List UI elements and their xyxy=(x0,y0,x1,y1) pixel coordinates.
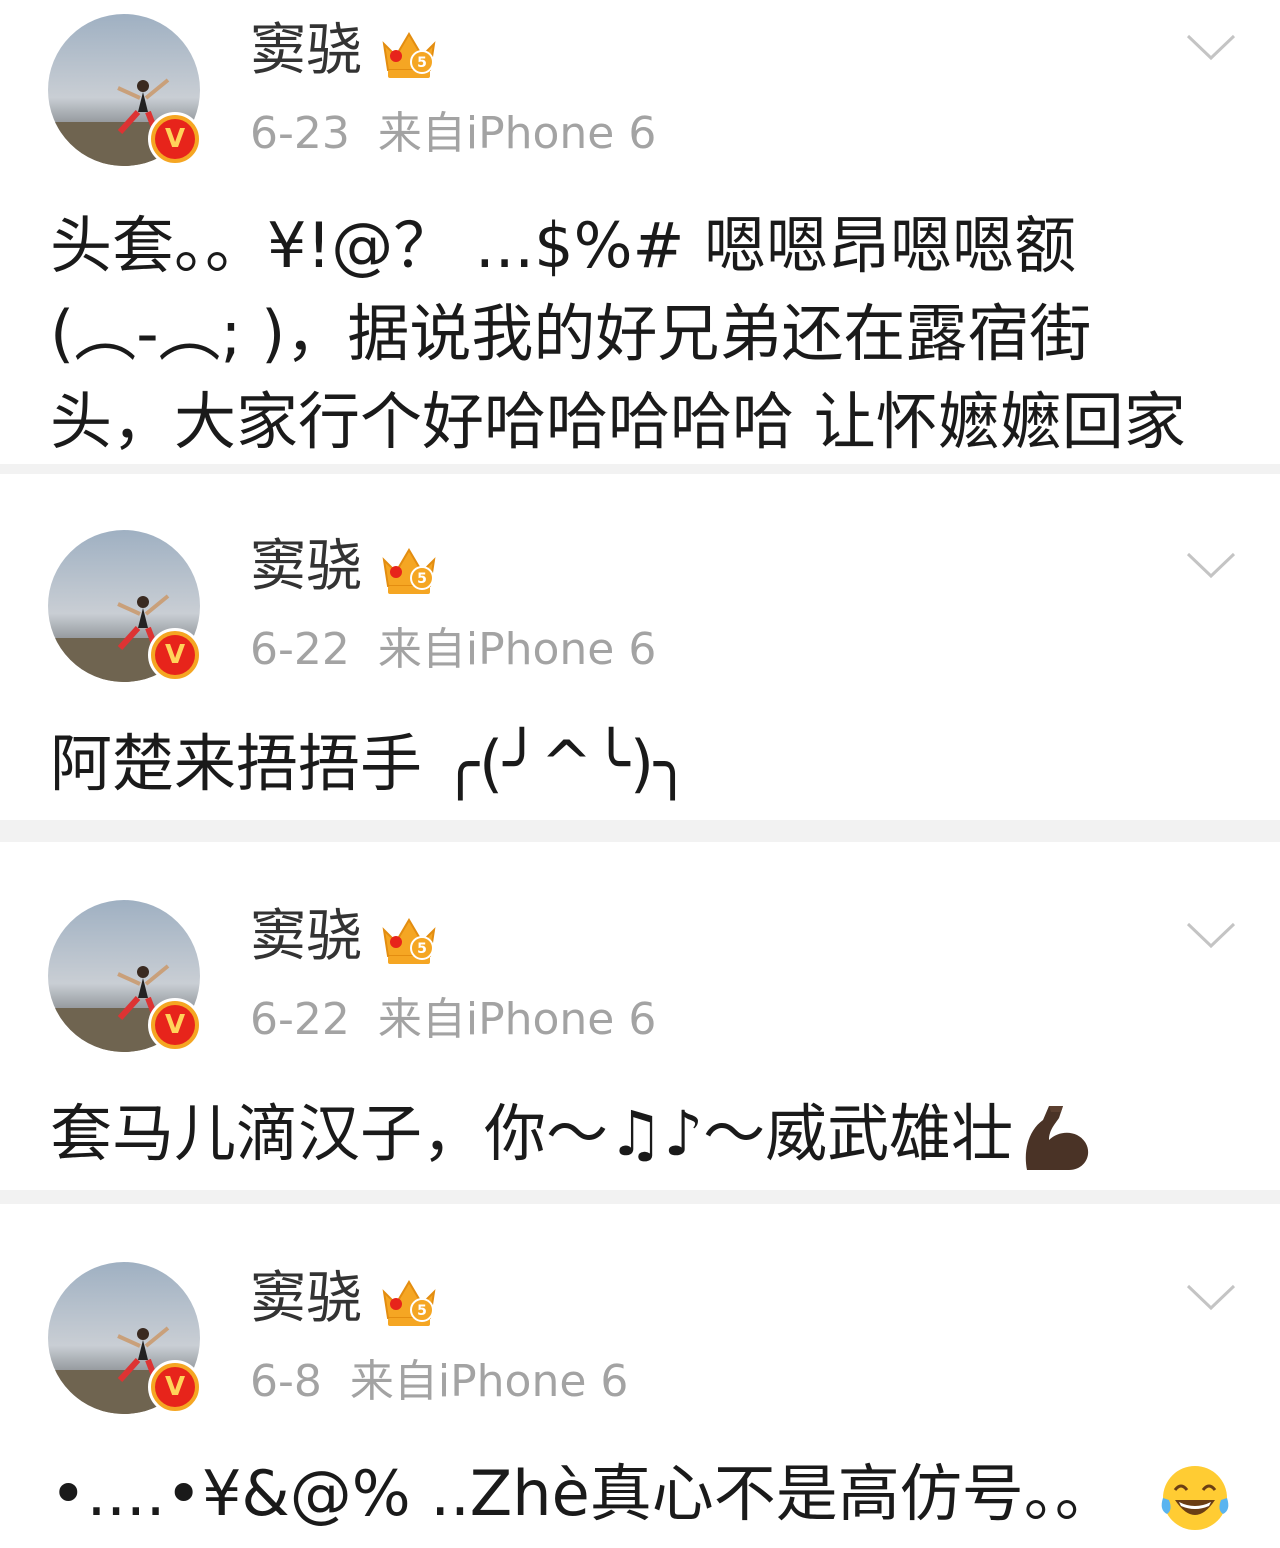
post-content: 套马儿滴汉子，你〜♫♪〜威武雄壮 xyxy=(50,1090,1240,1178)
post-content-line: (︵-︵; )，据说我的好兄弟还在露宿街 xyxy=(50,297,1092,370)
post-content-line: 阿楚来捂捂手 ╭(╯^╰)╮ xyxy=(50,727,692,800)
post-meta: 6-22 来自iPhone 6 xyxy=(250,994,656,1046)
username[interactable]: 窦骁 xyxy=(250,904,362,970)
flexed-biceps-emoji xyxy=(1025,1105,1089,1170)
post-content-line: 头套。。¥!@？ ...$%# 嗯嗯昂嗯嗯额 xyxy=(50,209,1077,282)
weibo-feed: V 窦骁 5 6-23 来自iPhone 6 头套。。¥!@？ ...$%# 嗯嗯… xyxy=(0,0,1280,1548)
post-content-line: •....•¥&@% ..Zhè真心不是高仿号。。 xyxy=(50,1457,1117,1530)
chevron-down-icon[interactable] xyxy=(1184,30,1238,64)
tears-of-joy-emoji xyxy=(1161,1465,1229,1530)
post-date: 6-8 xyxy=(250,1356,322,1407)
feed-post[interactable]: V 窦骁 5 6-23 来自iPhone 6 头套。。¥!@？ ...$%# 嗯嗯… xyxy=(0,0,1280,464)
vip-crown-icon: 5 xyxy=(382,918,436,964)
post-content-line: 套马儿滴汉子，你〜♫♪〜威武雄壮 xyxy=(50,1097,1014,1170)
post-meta: 6-23 来自iPhone 6 xyxy=(250,108,656,160)
feed-post[interactable]: V 窦骁 5 6-22 来自iPhone 6 套马儿滴汉子，你〜♫♪〜威武雄壮 xyxy=(0,842,1280,1190)
svg-text:5: 5 xyxy=(417,571,427,587)
verified-badge-icon: V xyxy=(148,998,202,1052)
svg-text:5: 5 xyxy=(417,1303,427,1319)
post-date: 6-22 xyxy=(250,994,350,1045)
username[interactable]: 窦骁 xyxy=(250,1266,362,1332)
verified-badge-icon: V xyxy=(148,628,202,682)
feed-post[interactable]: V 窦骁 5 6-8 来自iPhone 6 •....•¥&@% ..Zhè真心不… xyxy=(0,1204,1280,1548)
vip-crown-icon: 5 xyxy=(382,1280,436,1326)
chevron-down-icon[interactable] xyxy=(1184,1280,1238,1314)
post-date: 6-23 xyxy=(250,108,350,159)
vip-crown-icon: 5 xyxy=(382,32,436,78)
feed-post[interactable]: V 窦骁 5 6-22 来自iPhone 6 阿楚来捂捂手 ╭(╯^╰)╮ xyxy=(0,474,1280,820)
post-content: 阿楚来捂捂手 ╭(╯^╰)╮ xyxy=(50,720,1240,808)
chevron-down-icon[interactable] xyxy=(1184,548,1238,582)
post-source: 来自iPhone 6 xyxy=(377,624,657,675)
post-content-line: 头，大家行个好哈哈哈哈哈 让怀嬷嬷回家 xyxy=(50,385,1186,458)
vip-crown-icon: 5 xyxy=(382,548,436,594)
post-meta: 6-8 来自iPhone 6 xyxy=(250,1356,628,1408)
svg-text:5: 5 xyxy=(417,941,427,957)
username[interactable]: 窦骁 xyxy=(250,534,362,600)
username[interactable]: 窦骁 xyxy=(250,18,362,84)
post-source: 来自iPhone 6 xyxy=(377,994,657,1045)
post-source: 来自iPhone 6 xyxy=(377,108,657,159)
verified-badge-icon: V xyxy=(148,1360,202,1414)
verified-badge-icon: V xyxy=(148,112,202,166)
svg-text:5: 5 xyxy=(417,55,427,71)
post-content: •....•¥&@% ..Zhè真心不是高仿号。。 xyxy=(50,1450,1240,1538)
post-content: 头套。。¥!@？ ...$%# 嗯嗯昂嗯嗯额 (︵-︵; )，据说我的好兄弟还在… xyxy=(50,202,1240,466)
post-source: 来自iPhone 6 xyxy=(349,1356,629,1407)
chevron-down-icon[interactable] xyxy=(1184,918,1238,952)
post-date: 6-22 xyxy=(250,624,350,675)
post-meta: 6-22 来自iPhone 6 xyxy=(250,624,656,676)
